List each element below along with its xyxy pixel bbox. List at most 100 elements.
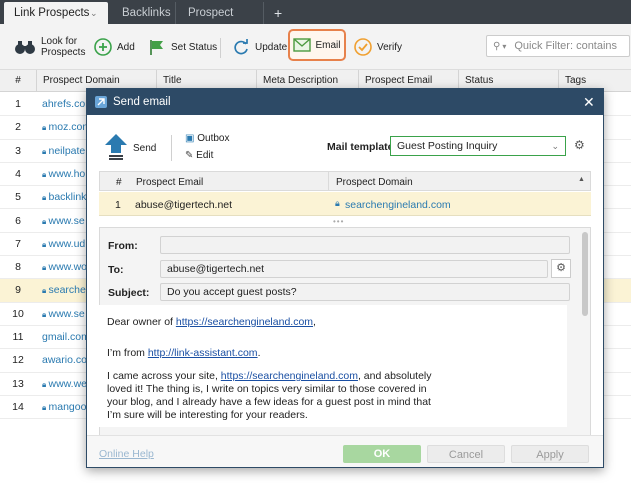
template-settings-icon[interactable]: ⚙: [574, 138, 585, 152]
body-link[interactable]: http://link-assistant.com: [148, 347, 258, 359]
row-number: 10: [12, 307, 24, 320]
divider: [171, 135, 172, 161]
tab-prospect-quality[interactable]: Prospect quality: [178, 2, 264, 41]
row-number: 2: [15, 121, 21, 134]
to-settings-icon[interactable]: ⚙: [551, 259, 571, 278]
refresh-icon: [234, 39, 248, 55]
apply-button[interactable]: Apply: [511, 445, 589, 463]
prospect-domain[interactable]: 🔒︎ mangoo: [42, 401, 86, 413]
mail-template-select[interactable]: Guest Posting Inquiry ⌄: [390, 136, 566, 156]
recipients-header: # Prospect Email Prospect Domain ▲: [99, 171, 591, 191]
prospect-domain[interactable]: 🔒︎ www.we: [42, 378, 87, 390]
prospect-domain[interactable]: 🔒︎ backlink: [42, 191, 86, 203]
body-paragraph: Dear owner of https://searchengineland.c…: [107, 316, 316, 328]
pencil-icon: ✎: [185, 150, 194, 161]
prospect-domain[interactable]: gmail.com: [42, 331, 90, 343]
prospect-domain-text: www.se: [48, 307, 85, 320]
update-button[interactable]: Update: [232, 24, 287, 70]
recipient-domain: searchengineland.com: [345, 199, 451, 211]
prospect-domain[interactable]: 🔒︎ www.ud: [42, 238, 85, 250]
edit-button[interactable]: ✎ Edit: [185, 150, 213, 161]
row-number: 4: [15, 167, 21, 180]
prospect-domain[interactable]: 🔒︎ searche: [42, 284, 86, 296]
prospect-domain[interactable]: 🔒︎ neilpate: [42, 145, 85, 157]
divider: [220, 38, 221, 58]
row-number: 8: [15, 261, 21, 274]
send-button[interactable]: Send: [103, 133, 156, 164]
prospect-domain[interactable]: 🔒︎ www.wo: [42, 261, 87, 273]
look-for-prospects-button[interactable]: Look for Prospects: [14, 24, 85, 70]
row-number: 13: [12, 377, 24, 390]
email-body[interactable]: Dear owner of https://searchengineland.c…: [99, 305, 567, 427]
tab-link-prospects[interactable]: Link Prospects ⌄: [4, 2, 108, 24]
row-number: 12: [12, 354, 24, 367]
verify-button[interactable]: Verify: [354, 24, 402, 70]
recipient-row[interactable]: 1 abuse@tigertech.net 🔒︎ searchenginelan…: [99, 192, 591, 216]
tab-label: Backlinks: [122, 7, 171, 19]
chevron-down-icon: ⌄: [551, 141, 559, 151]
prospect-domain-text: backlink: [48, 191, 87, 204]
toolbar: Look for Prospects Add Set Status Update …: [0, 24, 631, 70]
prospect-domain[interactable]: 🔒︎ www.se: [42, 215, 85, 227]
to-field[interactable]: abuse@tigertech.net: [160, 260, 548, 278]
email-label: Email: [315, 39, 341, 51]
online-help-link[interactable]: Online Help: [99, 448, 154, 460]
column-header-number[interactable]: #: [0, 70, 36, 92]
body-line: I’m sure will be interesting for your re…: [107, 409, 308, 421]
ok-button[interactable]: OK: [343, 445, 421, 463]
prospect-domain-text: neilpate: [48, 144, 86, 157]
body-line: loved it! The thing is, I write on topic…: [107, 383, 427, 395]
subject-label: Subject:: [108, 287, 150, 299]
outbox-button[interactable]: ▣ Outbox: [185, 133, 229, 144]
search-icon: ⚲: [493, 40, 501, 52]
sort-asc-icon[interactable]: ▲: [578, 176, 585, 183]
subject-field[interactable]: Do you accept guest posts?: [160, 283, 570, 301]
set-status-button[interactable]: Set Status: [148, 24, 217, 70]
mail-template-value: Guest Posting Inquiry: [397, 140, 498, 152]
chevron-down-icon[interactable]: ⌄: [90, 2, 98, 24]
cancel-button[interactable]: Cancel: [427, 445, 505, 463]
chevron-down-icon[interactable]: ▾: [502, 42, 506, 51]
prospect-domain[interactable]: 🔒︎ moz.com: [42, 121, 91, 133]
check-circle-icon: [354, 38, 372, 56]
recipients-col-email[interactable]: Prospect Email: [136, 177, 203, 188]
envelope-icon: [293, 38, 312, 52]
from-label: From:: [108, 240, 138, 252]
row-number: 6: [15, 214, 21, 227]
row-number: 11: [12, 331, 24, 343]
tab-backlinks[interactable]: Backlinks: [112, 2, 176, 24]
recipient-row-number: 1: [115, 199, 121, 211]
prospect-domain[interactable]: 🔒︎ www.ho: [42, 168, 85, 180]
mail-template-label: Mail template: [327, 141, 394, 153]
row-number: 7: [15, 237, 21, 250]
from-field[interactable]: [160, 236, 570, 254]
prospect-domain-text: www.ho: [48, 167, 86, 180]
body-link[interactable]: https://searchengineland.com: [176, 316, 313, 328]
prospect-domain-text: mangoo: [48, 400, 87, 413]
quick-filter-input[interactable]: Quick Filter: contains: [514, 40, 617, 52]
dialog-title-bar: Send email ✕: [87, 89, 603, 115]
body-line: your blog, and I already have a few idea…: [107, 396, 431, 408]
recipients-col-domain[interactable]: Prospect Domain: [336, 177, 413, 188]
scrollbar-thumb[interactable]: [582, 232, 588, 316]
add-tab-button[interactable]: +: [264, 2, 288, 24]
body-paragraph: I came across your site, https://searche…: [107, 370, 432, 382]
recipients-col-number: #: [116, 177, 122, 188]
prospect-domain[interactable]: awario.co: [42, 354, 87, 366]
body-link[interactable]: https://searchengineland.com: [221, 370, 358, 382]
body-paragraph: I’m from http://link-assistant.com.: [107, 347, 261, 359]
email-button[interactable]: Email: [288, 29, 346, 61]
prospect-domain-text: awario.co: [42, 354, 87, 367]
dialog-title: Send email: [113, 96, 171, 108]
to-label: To:: [108, 264, 124, 276]
row-number: 3: [15, 144, 21, 157]
scrollbar[interactable]: [580, 228, 590, 456]
send-label: Send: [133, 143, 157, 154]
quick-filter[interactable]: ⚲ ▾ Quick Filter: contains: [486, 35, 630, 57]
prospect-domain-text: searche: [48, 284, 86, 297]
splitter-handle[interactable]: •••: [333, 217, 344, 226]
prospect-domain[interactable]: 🔒︎ www.se: [42, 308, 85, 320]
outbox-icon: ▣: [185, 133, 195, 144]
add-button[interactable]: Add: [94, 24, 135, 70]
close-icon[interactable]: ✕: [583, 89, 595, 115]
